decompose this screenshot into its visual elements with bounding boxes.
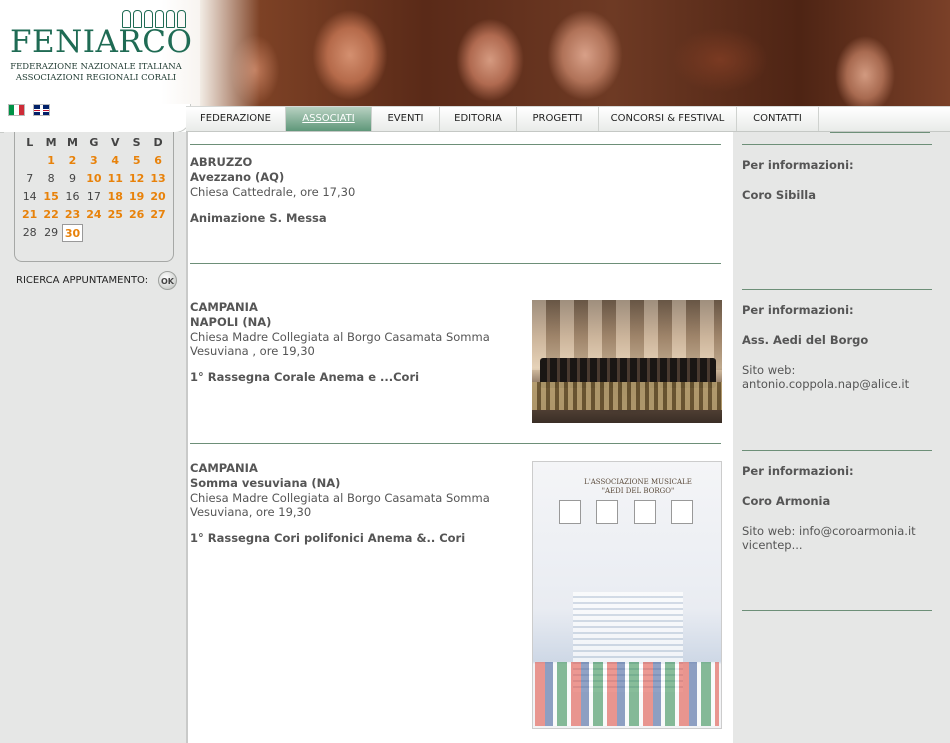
logo-text: FENIARCO [10,24,193,60]
logo[interactable]: FENIARCO FEDERAZIONE NAZIONALE ITALIANA … [0,0,230,108]
logo-subtitle: FEDERAZIONE NAZIONALE ITALIANA ASSOCIAZI… [10,62,182,83]
main-nav: FEDERAZIONE ASSOCIATI EVENTI EDITORIA PR… [186,106,950,132]
poster-logos [551,500,701,526]
info-label: Per informazioni: [742,158,854,172]
calendar-day[interactable]: 23 [62,206,83,224]
info-label: Per informazioni: [742,303,854,317]
search-ok-button[interactable]: OK [158,271,177,290]
event-item: ABRUZZO Avezzano (AQ) Chiesa Cattedrale,… [190,155,720,225]
event-region: ABRUZZO [190,155,253,169]
calendar-day[interactable]: 22 [40,206,61,224]
info-website[interactable]: Sito web: info@coroarmonia.it vicentep..… [742,524,942,552]
nav-item-contatti[interactable]: CONTATTI [737,107,819,131]
nav-item-concorsi-festival[interactable]: CONCORSI & FESTIVAL [599,107,737,131]
calendar-day [19,152,40,170]
separator [742,289,932,290]
event-city: Avezzano (AQ) [190,170,285,184]
sponsor-logos [535,662,719,726]
separator [190,443,721,444]
calendar-day[interactable]: 13 [147,170,168,188]
separator [190,263,721,264]
info-coro: Coro Sibilla [742,188,816,202]
separator [742,450,932,451]
nav-item-progetti[interactable]: PROGETTI [517,107,599,131]
info-coro: Coro Armonia [742,494,831,508]
nav-item-editoria[interactable]: EDITORIA [440,107,517,131]
info-block: Per informazioni: Coro Sibilla [742,158,942,202]
calendar-day [83,224,104,242]
language-switcher [8,104,50,116]
calendar-day[interactable]: 4 [105,152,126,170]
calendar-day[interactable]: 27 [147,206,168,224]
calendar-day[interactable]: 10 [83,170,104,188]
info-column: Per informazioni: Coro Sibilla Per infor… [733,132,950,743]
separator [742,610,932,611]
calendar-grid: L M M G V S D 1 2 3 4 5 6 7 8 9 10 11 12 13 14 15 16 17 18 19 20 21… [19,134,169,242]
calendar-day: 14 [22,190,37,203]
calendar-day[interactable]: 6 [147,152,168,170]
calendar-day: 7 [26,172,34,185]
info-website[interactable]: Sito web: antonio.coppola.nap@alice.it [742,363,942,391]
info-label: Per informazioni: [742,464,854,478]
event-place: Chiesa Madre Collegiata al Borgo Casamat… [190,491,490,519]
calendar-day[interactable]: 21 [19,206,40,224]
calendar: L M M G V S D 1 2 3 4 5 6 7 8 9 10 11 12 13 14 15 16 17 18 19 20 21… [14,132,174,262]
calendar-weekday: G [89,136,99,149]
calendar-day[interactable]: 30 [61,224,84,242]
separator [742,144,932,145]
calendar-day [126,224,147,242]
calendar-weekday: S [132,136,141,149]
italian-flag-icon[interactable] [8,104,25,116]
calendar-weekday: M [67,136,78,149]
calendar-day[interactable]: 25 [105,206,126,224]
calendar-weekday: D [153,136,163,149]
calendar-weekday: V [111,136,120,149]
calendar-day: 16 [65,190,80,203]
calendar-day[interactable]: 3 [83,152,104,170]
calendar-day [105,224,126,242]
calendar-day[interactable]: 12 [126,170,147,188]
event-poster[interactable]: L'ASSOCIAZIONE MUSICALE "AEDI DEL BORGO" [532,461,722,729]
nav-item-eventi[interactable]: EVENTI [372,107,440,131]
poster-title: L'ASSOCIAZIONE MUSICALE "AEDI DEL BORGO" [584,478,692,495]
calendar-day: 29 [44,226,59,239]
calendar-day[interactable]: 24 [83,206,104,224]
calendar-day: 9 [68,172,76,185]
calendar-day [147,224,168,242]
calendar-day[interactable]: 18 [105,188,126,206]
event-photo[interactable] [532,300,722,423]
calendar-day[interactable]: 20 [147,188,168,206]
calendar-day[interactable]: 2 [62,152,83,170]
header-photo [200,0,950,108]
calendar-day[interactable]: 5 [126,152,147,170]
separator [830,132,930,133]
english-flag-icon[interactable] [33,104,50,116]
site-header: FENIARCO FEDERAZIONE NAZIONALE ITALIANA … [0,0,950,133]
event-place: Chiesa Cattedrale, ore 17,30 [190,185,356,199]
calendar-day: 8 [47,172,55,185]
info-block: Per informazioni: Ass. Aedi del Borgo Si… [742,303,942,391]
separator [190,144,721,145]
info-coro: Ass. Aedi del Borgo [742,333,869,347]
nav-item-federazione[interactable]: FEDERAZIONE [186,107,286,131]
search-label: RICERCA APPUNTAMENTO: [16,275,149,286]
calendar-day[interactable]: 26 [126,206,147,224]
nav-item-associati[interactable]: ASSOCIATI [286,107,372,131]
calendar-day[interactable]: 15 [40,188,61,206]
info-block: Per informazioni: Coro Armonia Sito web:… [742,464,942,552]
calendar-weekday: L [26,136,34,149]
event-title[interactable]: Animazione S. Messa [190,211,720,225]
calendar-day[interactable]: 19 [126,188,147,206]
calendar-weekday: M [45,136,57,149]
calendar-day: 17 [86,190,101,203]
calendar-day: 28 [22,226,37,239]
event-place: Chiesa Madre Collegiata al Borgo Casamat… [190,330,490,358]
calendar-day[interactable]: 11 [105,170,126,188]
calendar-day[interactable]: 1 [40,152,61,170]
sidebar: L M M G V S D 1 2 3 4 5 6 7 8 9 10 11 12 13 14 15 16 17 18 19 20 21… [4,132,188,743]
